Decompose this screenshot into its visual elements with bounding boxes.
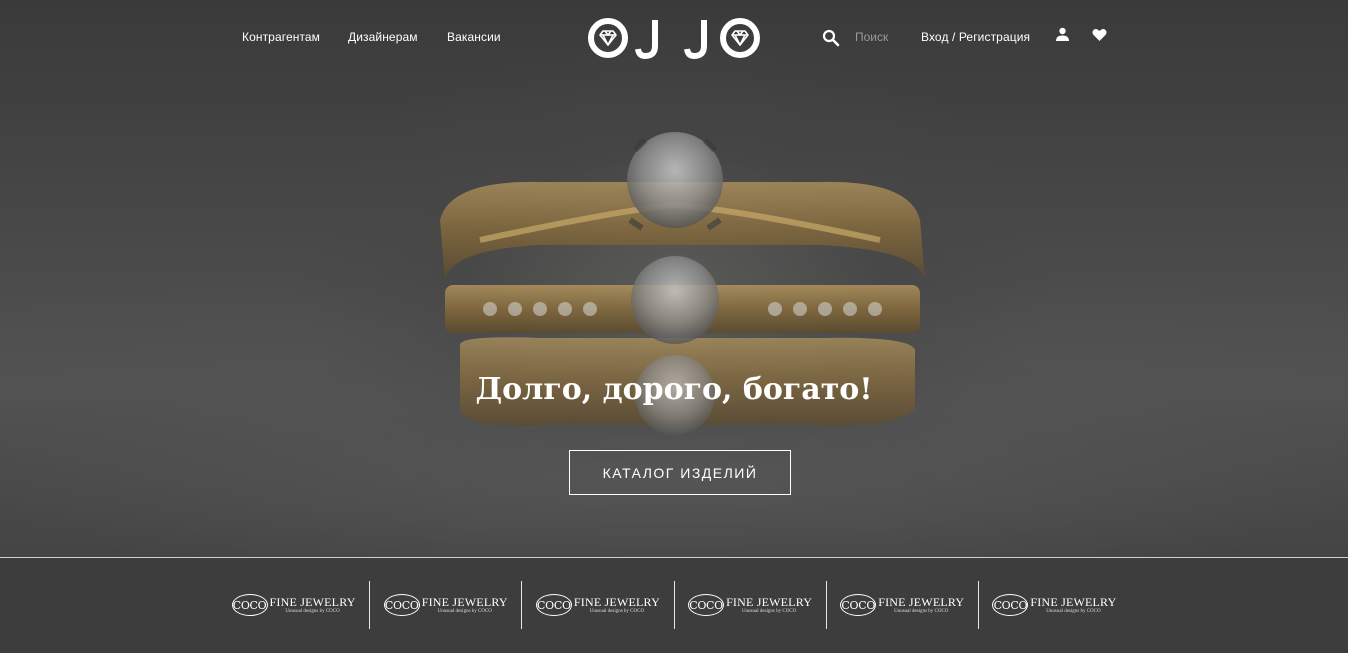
coco-logo: COCO FINE JEWELRY Unusual designs by COCO: [535, 594, 660, 616]
coco-oval-mark: COCO: [992, 594, 1029, 616]
brand-tagline: Unusual designs by COCO: [1046, 608, 1101, 614]
site-header: Контрагентам Дизайнерам Вакансии Вход / …: [0, 0, 1348, 76]
coco-logo: COCO FINE JEWELRY Unusual designs by COCO: [231, 594, 356, 616]
brands-strip: COCO FINE JEWELRY Unusual designs by COCO…: [0, 557, 1348, 653]
coco-logo: COCO FINE JEWELRY Unusual designs by COCO: [840, 594, 964, 616]
diamond-icon: [599, 30, 617, 46]
brand-name: FINE JEWELRY: [878, 594, 965, 609]
brand-name: FINE JEWELRY: [269, 594, 356, 609]
hero-title: Долго, дорого, богато!: [475, 372, 873, 407]
brand-list: COCO FINE JEWELRY Unusual designs by COCO…: [218, 581, 1130, 629]
nav-link-vacancies[interactable]: Вакансии: [447, 30, 501, 44]
nav-link-contractors[interactable]: Контрагентам: [242, 30, 320, 44]
coco-oval-mark: COCO: [688, 594, 725, 616]
rings-image: [440, 132, 925, 435]
brand-logo-2[interactable]: COCO FINE JEWELRY Unusual designs by COCO: [369, 581, 521, 629]
nav-link-designers[interactable]: Дизайнерам: [348, 30, 418, 44]
brand-name: FINE JEWELRY: [421, 594, 508, 609]
brand-name: FINE JEWELRY: [726, 594, 813, 609]
search-input[interactable]: [848, 26, 915, 48]
brand-tagline: Unusual designs by COCO: [285, 608, 340, 614]
coco-oval-mark: COCO: [840, 594, 877, 616]
coco-logo: COCO FINE JEWELRY Unusual designs by COCO: [688, 594, 812, 616]
coco-logo: COCO FINE JEWELRY Unusual designs by COCO: [383, 594, 508, 616]
brand-logo-5[interactable]: COCO FINE JEWELRY Unusual designs by COCO: [825, 581, 978, 629]
coco-oval-mark: COCO: [383, 594, 420, 616]
coco-oval-mark: COCO: [535, 594, 572, 616]
catalog-button[interactable]: КАТАЛОГ ИЗДЕЛИЙ: [569, 450, 791, 495]
coco-logo: COCO FINE JEWELRY Unusual designs by COCO: [992, 594, 1116, 616]
brand-name: FINE JEWELRY: [1030, 594, 1117, 609]
brand-logo-1[interactable]: COCO FINE JEWELRY Unusual designs by COCO: [218, 581, 369, 629]
brand-tagline: Unusual designs by COCO: [741, 608, 797, 614]
search-icon[interactable]: [822, 29, 840, 47]
login-register-link[interactable]: Вход / Регистрация: [921, 30, 1030, 44]
brand-logo-4[interactable]: COCO FINE JEWELRY Unusual designs by COCO: [673, 581, 826, 629]
brand-logo-3[interactable]: COCO FINE JEWELRY Unusual designs by COCO: [521, 581, 673, 629]
heart-icon[interactable]: [1092, 28, 1107, 42]
brand-tagline: Unusual designs by COCO: [894, 608, 949, 614]
brand-tagline: Unusual designs by COCO: [437, 608, 492, 614]
brand-tagline: Unusual designs by COCO: [589, 608, 645, 614]
brand-name: FINE JEWELRY: [573, 594, 660, 609]
site-logo[interactable]: [587, 16, 763, 60]
user-icon[interactable]: [1055, 27, 1070, 42]
brand-logo-6[interactable]: COCO FINE JEWELRY Unusual designs by COCO: [977, 581, 1130, 629]
coco-oval-mark: COCO: [231, 594, 268, 616]
